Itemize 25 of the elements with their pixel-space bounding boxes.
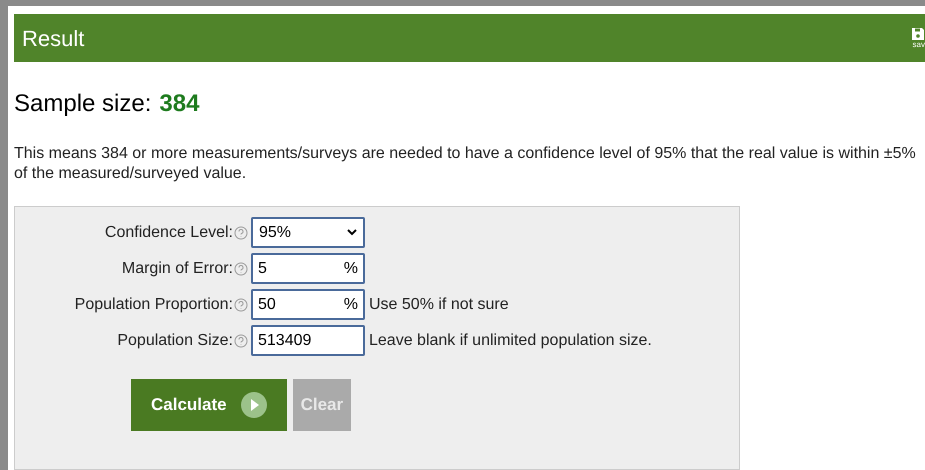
field-note: Leave blank if unlimited population size. (369, 330, 652, 350)
help-icon[interactable] (234, 334, 248, 348)
result-title: Result (22, 24, 84, 52)
help-icon[interactable] (234, 298, 248, 312)
calculate-button[interactable]: Calculate (131, 379, 287, 431)
field-label: Margin of Error: (122, 258, 233, 278)
unit-label: % (344, 258, 358, 278)
play-icon (240, 392, 267, 418)
help-icon[interactable] (234, 262, 248, 276)
save-icon[interactable] (911, 27, 925, 41)
field-label: Confidence Level: (104, 222, 233, 242)
save-label: sav (912, 41, 925, 49)
sample-size-value: 384 (159, 89, 200, 119)
input-field[interactable]: 5 % (251, 253, 365, 284)
result-explanation: This means 384 or more measurements/surveys are needed to have a confidence level of 95% that the real value is within ±5% of the measured/surveyed value. (14, 144, 917, 184)
input-field[interactable]: 513409 (251, 325, 365, 356)
sample-size-label: Sample size: (14, 89, 152, 119)
unit-label: % (344, 294, 358, 314)
help-icon[interactable] (234, 226, 248, 240)
field-label: Population Size: (117, 330, 233, 350)
field-note: Use 50% if not sure (369, 294, 509, 314)
input-field[interactable]: 50 % (251, 289, 365, 320)
chevron-down-icon (347, 229, 357, 236)
confidence-select[interactable]: 95% (251, 217, 365, 248)
field-label: Population Proportion: (74, 294, 233, 314)
